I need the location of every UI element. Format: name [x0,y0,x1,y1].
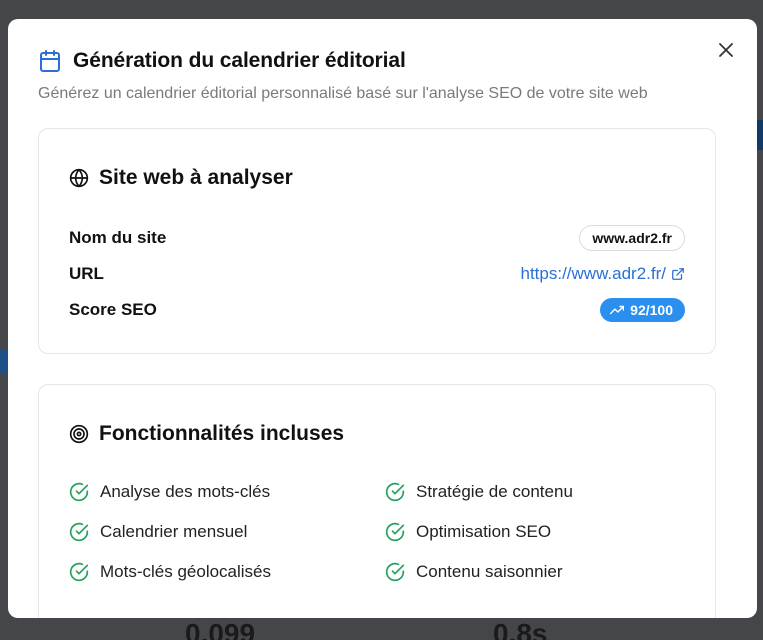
seo-score-value: 92/100 [630,302,673,318]
background-stat-left: 0,099 [185,618,256,640]
external-link-icon [672,268,684,280]
site-url-text: https://www.adr2.fr/ [520,264,667,283]
seo-score-label: Score SEO [69,300,157,319]
feature-label: Analyse des mots-clés [100,482,271,501]
feature-item: Mots-clés géolocalisés [69,562,271,582]
close-button[interactable] [717,41,735,59]
features-card: Fonctionnalités incluses Analyse des mot… [38,384,716,618]
site-name-label: Nom du site [69,228,167,247]
check-circle-icon [385,562,405,582]
feature-label: Stratégie de contenu [416,482,573,501]
site-card: Site web à analyser Nom du site www.adr2… [38,128,716,354]
check-circle-icon [69,562,89,582]
site-name-row: Nom du site www.adr2.fr [69,224,685,252]
globe-icon [69,168,89,188]
editorial-calendar-dialog: Génération du calendrier éditorial Génér… [8,19,757,618]
url-row: URL https://www.adr2.fr/ [69,260,685,288]
dialog-subtitle: Générez un calendrier éditorial personna… [38,85,648,102]
feature-label: Mots-clés géolocalisés [100,562,272,581]
seo-score-badge: 92/100 [600,298,685,322]
feature-item: Stratégie de contenu [385,482,573,502]
background-accent-bar [0,350,8,374]
feature-item: Contenu saisonnier [385,562,562,582]
feature-label: Calendrier mensuel [100,522,248,541]
trending-up-icon [610,305,625,315]
target-icon [69,424,89,444]
check-circle-icon [385,482,405,502]
background-stat-right: 0,8s [493,618,548,640]
feature-label: Contenu saisonnier [416,562,563,581]
features-card-title: Fonctionnalités incluses [99,422,345,445]
close-icon [719,43,733,57]
seo-score-row: Score SEO 92/100 [69,296,685,324]
feature-item: Optimisation SEO [385,522,551,542]
url-label: URL [69,264,104,283]
feature-label: Optimisation SEO [416,522,552,541]
site-card-title: Site web à analyser [99,166,293,189]
calendar-icon [40,50,60,72]
dialog-header: Génération du calendrier éditorial Génér… [38,49,697,103]
feature-item: Calendrier mensuel [69,522,247,542]
check-circle-icon [69,522,89,542]
check-circle-icon [385,522,405,542]
dialog-title: Génération du calendrier éditorial [73,49,406,72]
site-name-badge: www.adr2.fr [579,225,685,251]
site-url-link[interactable]: https://www.adr2.fr/ [521,264,686,284]
feature-item: Analyse des mots-clés [69,482,270,502]
check-circle-icon [69,482,89,502]
